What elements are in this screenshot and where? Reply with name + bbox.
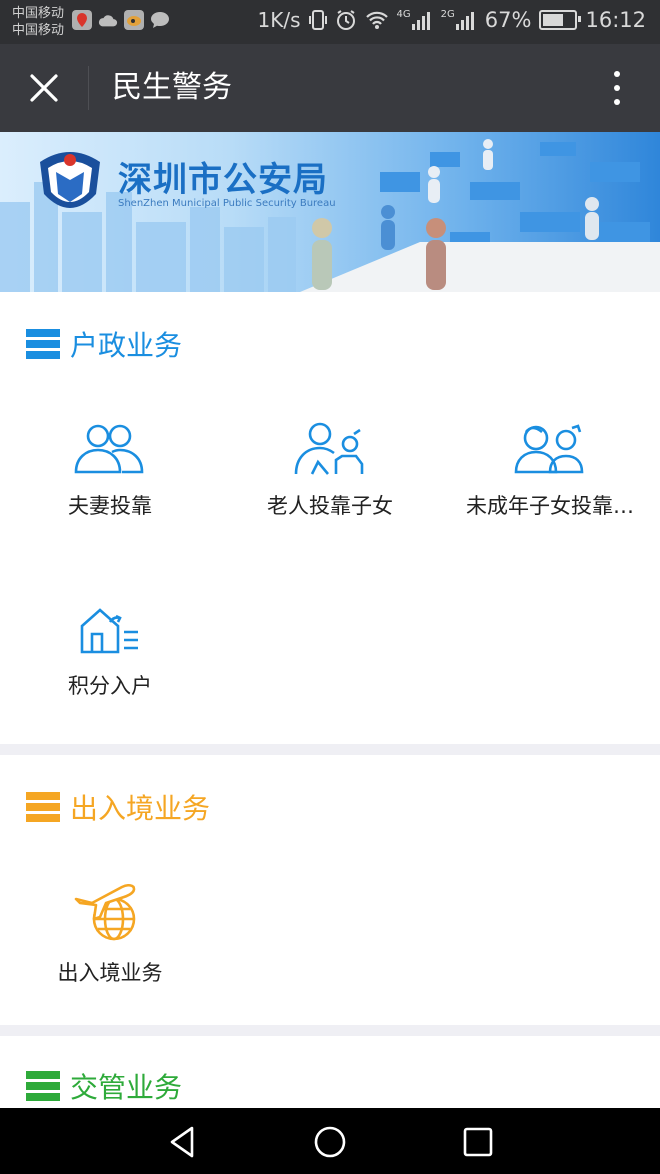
system-navigation-bar [0,1108,660,1174]
section-header: 交管业务 [26,1066,182,1106]
service-elderly[interactable]: 老人投靠子女 [220,422,440,520]
cloud-icon [98,10,118,30]
carrier-2: 中国移动 [12,23,65,38]
close-icon [30,74,58,102]
clock: 16:12 [585,8,646,32]
service-points-settlement[interactable]: 积分入户 [0,602,220,700]
section-title: 交管业务 [70,1071,183,1104]
title-bar: 民生警务 [0,44,660,132]
home-button[interactable] [312,1124,348,1160]
home-circle-icon [314,1126,346,1158]
close-button[interactable] [24,68,64,108]
service-label: 积分入户 [68,674,152,698]
page-title: 民生警务 [112,70,232,105]
weibo-icon [124,10,144,30]
service-label: 老人投靠子女 [267,494,393,518]
section-immigration: 出入境业务 出入境业务 [0,755,660,1025]
more-menu-button[interactable] [602,68,632,108]
recents-button[interactable] [460,1124,496,1160]
back-triangle-icon [170,1126,194,1158]
section-title: 户政业务 [70,329,183,362]
service-minor-children[interactable]: 未成年子女投靠… [440,422,660,520]
status-bar: 中国移动 中国移动 1K/s 4G 2G 67% 16:12 [0,0,660,44]
service-label: 夫妻投靠 [68,494,152,518]
vibrate-icon [308,10,327,30]
banner-cityscape [0,139,660,292]
network-type-4g: 4G [396,8,411,20]
carrier-1: 中国移动 [12,6,65,21]
wifi-icon [365,11,388,29]
section-traffic: 交管业务 [0,1036,660,1116]
service-label: 未成年子女投靠… [466,494,634,518]
notification-icons [72,10,170,30]
section-stack-icon [26,792,60,822]
section-household: 户政业务 夫妻投靠 老人投靠子女 未成年子女投靠… 积分入户 [0,292,660,744]
carrier-label: 中国移动 中国移动 [12,5,64,39]
banner-subtitle: ShenZhen Municipal Public Security Burea… [118,198,336,209]
service-label: 出入境业务 [57,961,163,985]
service-immigration[interactable]: 出入境业务 [0,879,220,987]
recents-square-icon [463,1127,493,1157]
title-divider [88,66,89,110]
battery-percent: 67% [484,8,532,32]
signal-icon-2 [455,12,474,30]
children-icon [514,424,584,474]
section-title: 出入境业务 [70,792,211,825]
couple-icon [74,424,144,474]
back-button[interactable] [164,1124,200,1160]
section-stack-icon [26,1071,60,1101]
map-pin-icon [72,10,92,30]
battery-icon [539,10,582,30]
section-header: 出入境业务 [26,787,210,827]
elderly-icon [294,422,364,475]
alarm-icon [336,10,355,30]
airplane-globe-icon [74,883,136,941]
chat-icon [150,10,170,30]
more-vertical-icon [614,71,620,77]
network-speed: 1K/s [257,8,301,32]
service-couple[interactable]: 夫妻投靠 [0,422,220,520]
section-stack-icon [26,329,60,359]
house-points-icon [80,608,138,654]
system-status: 1K/s 4G 2G 67% 16:12 [258,8,646,32]
banner: 深圳市公安局 ShenZhen Municipal Public Securit… [0,132,660,292]
signal-icon [411,12,430,30]
banner-title: 深圳市公安局 [118,160,328,200]
network-type-2g: 2G [440,8,455,20]
section-header: 户政业务 [26,324,182,364]
